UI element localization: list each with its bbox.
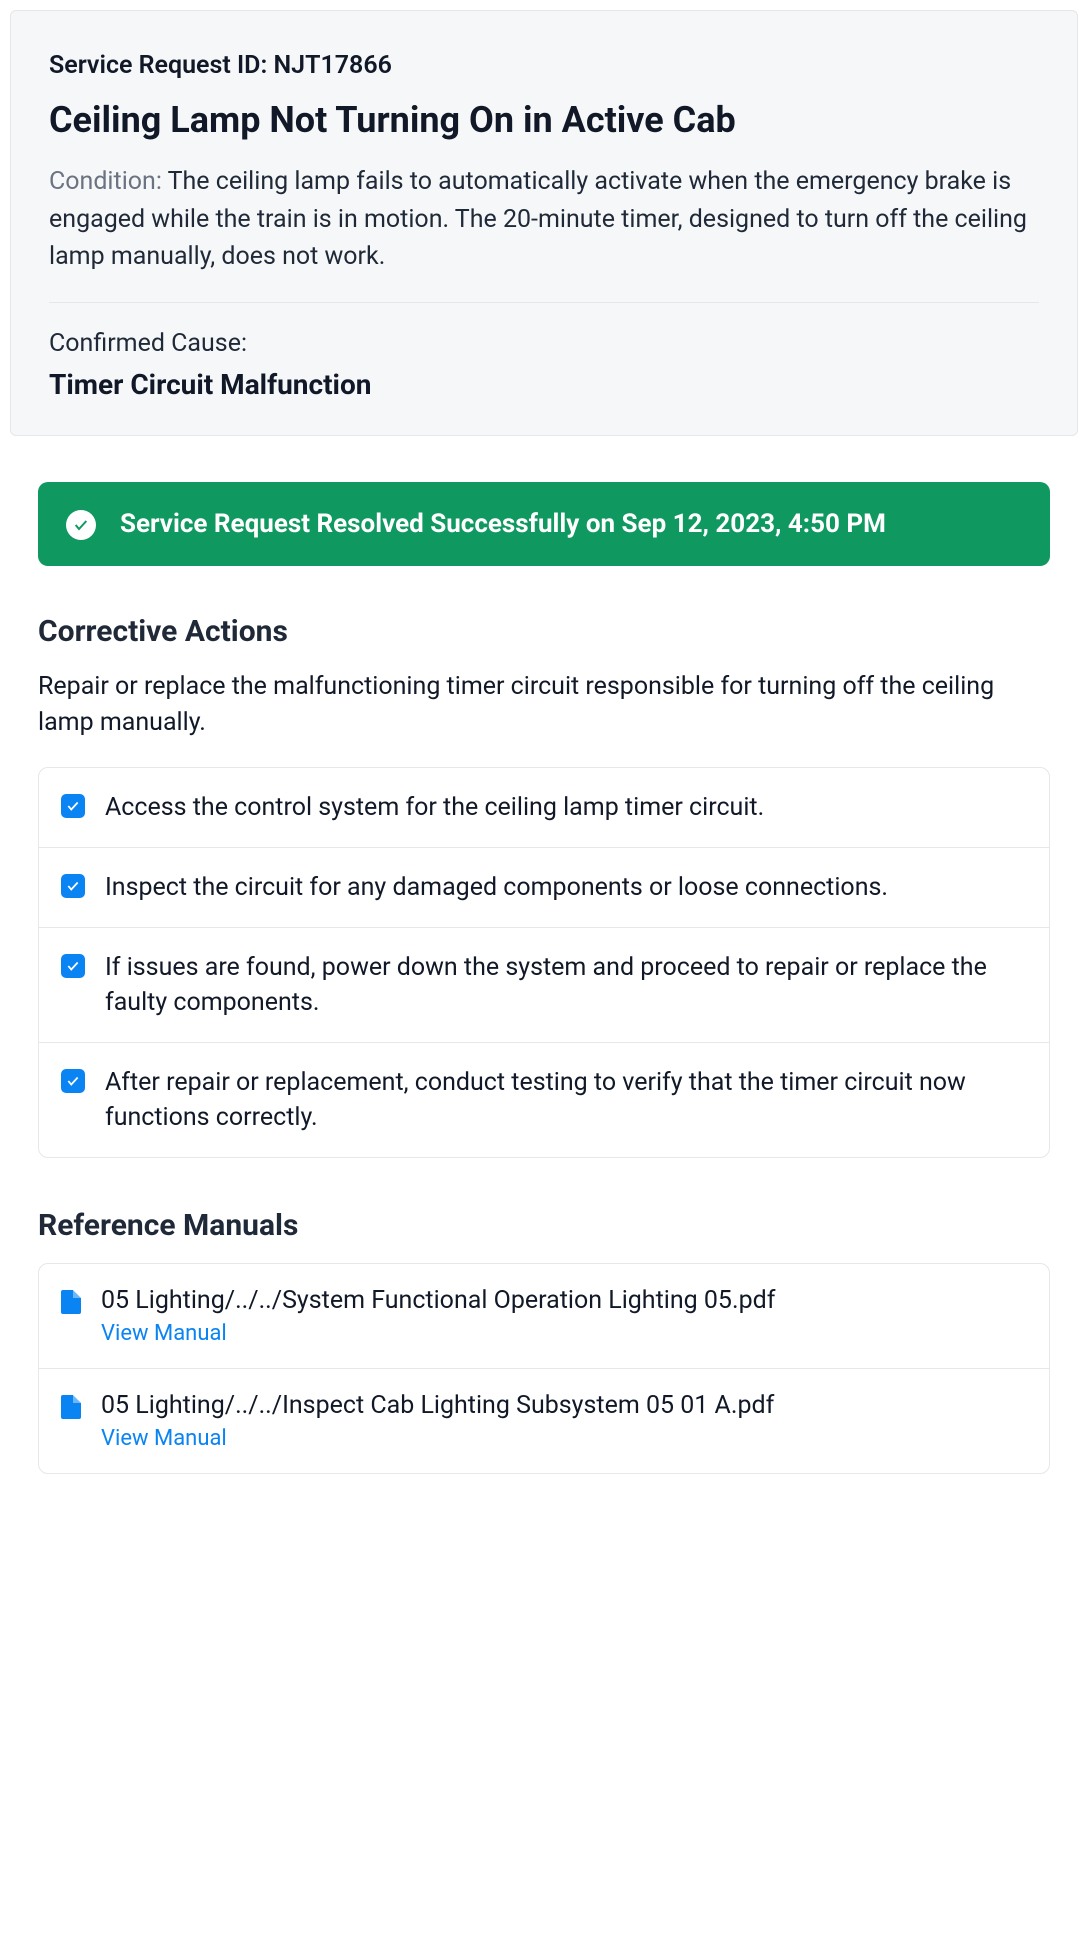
request-id-label: Service Request ID:: [49, 51, 267, 80]
manual-path: 05 Lighting/../../Inspect Cab Lighting S…: [101, 1391, 1027, 1420]
manual-list: 05 Lighting/../../System Functional Oper…: [38, 1263, 1050, 1474]
manual-path: 05 Lighting/../../System Functional Oper…: [101, 1286, 1027, 1315]
action-item: After repair or replacement, conduct tes…: [39, 1043, 1049, 1157]
manual-item: 05 Lighting/../../System Functional Oper…: [39, 1264, 1049, 1369]
request-header-card: Service Request ID: NJT17866 Ceiling Lam…: [10, 10, 1078, 436]
action-text: Access the control system for the ceilin…: [105, 790, 764, 825]
file-icon: [61, 1395, 81, 1419]
corrective-actions-title: Corrective Actions: [38, 614, 1050, 649]
resolved-banner: Service Request Resolved Successfully on…: [38, 482, 1050, 566]
manual-body: 05 Lighting/../../System Functional Oper…: [101, 1286, 1027, 1346]
corrective-actions-desc: Repair or replace the malfunctioning tim…: [38, 669, 1050, 742]
action-text: Inspect the circuit for any damaged comp…: [105, 870, 888, 905]
action-item: Inspect the circuit for any damaged comp…: [39, 848, 1049, 928]
checkbox[interactable]: [61, 1069, 85, 1093]
check-circle-icon: [66, 510, 96, 540]
cause-value: Timer Circuit Malfunction: [49, 368, 1039, 401]
action-text: After repair or replacement, conduct tes…: [105, 1065, 1027, 1135]
action-item: If issues are found, power down the syst…: [39, 928, 1049, 1043]
resolved-text: Service Request Resolved Successfully on…: [120, 506, 886, 542]
condition: Condition: The ceiling lamp fails to aut…: [49, 163, 1039, 276]
file-icon: [61, 1290, 81, 1314]
manual-item: 05 Lighting/../../Inspect Cab Lighting S…: [39, 1369, 1049, 1473]
view-manual-link[interactable]: View Manual: [101, 1426, 1027, 1451]
action-text: If issues are found, power down the syst…: [105, 950, 1027, 1020]
request-title: Ceiling Lamp Not Turning On in Active Ca…: [49, 98, 1039, 143]
cause-label: Confirmed Cause:: [49, 329, 1039, 358]
checkbox[interactable]: [61, 874, 85, 898]
checkbox[interactable]: [61, 794, 85, 818]
request-id-value: NJT17866: [273, 51, 391, 80]
reference-manuals-title: Reference Manuals: [38, 1208, 1050, 1243]
request-id: Service Request ID: NJT17866: [49, 51, 1039, 80]
action-list: Access the control system for the ceilin…: [38, 767, 1050, 1158]
checkbox[interactable]: [61, 954, 85, 978]
content-area: Service Request Resolved Successfully on…: [0, 482, 1088, 1505]
action-item: Access the control system for the ceilin…: [39, 768, 1049, 848]
view-manual-link[interactable]: View Manual: [101, 1321, 1027, 1346]
manual-body: 05 Lighting/../../Inspect Cab Lighting S…: [101, 1391, 1027, 1451]
condition-text: The ceiling lamp fails to automatically …: [49, 167, 1027, 271]
divider: [49, 302, 1039, 303]
condition-label: Condition:: [49, 167, 162, 196]
